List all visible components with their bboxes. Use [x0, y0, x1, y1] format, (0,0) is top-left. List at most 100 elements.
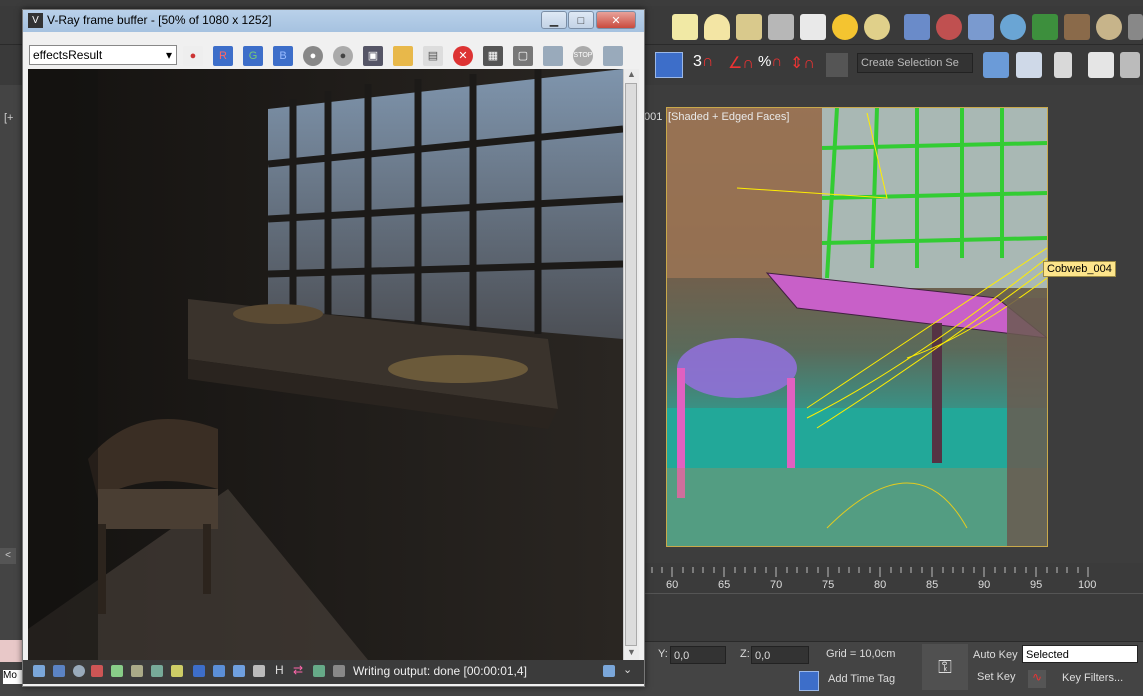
timeline-tick-label: 70 [770, 579, 783, 591]
grid-size-readout: Grid = 10,0cm [826, 648, 896, 660]
compare-icon[interactable] [313, 665, 325, 677]
lut-icon[interactable] [171, 665, 183, 677]
max-left-panel: [+ < [0, 85, 24, 695]
sun-icon[interactable] [832, 14, 858, 40]
vfb-status-bar: H ⇄ Writing output: done [00:00:01,4] ⌄ [23, 660, 644, 684]
blue-channel-button[interactable]: B [273, 46, 293, 66]
viewport-menu-plus[interactable]: [+ [4, 112, 13, 124]
minimize-button[interactable]: ▁ [541, 11, 567, 29]
green-channel-button[interactable]: G [243, 46, 263, 66]
pyramid-icon[interactable] [800, 14, 826, 40]
pixel-aspect-icon[interactable] [253, 665, 265, 677]
vray-frame-buffer-window[interactable]: V V-Ray frame buffer - [50% of 1080 x 12… [22, 9, 645, 687]
close-status-icon[interactable] [333, 665, 345, 677]
srgb-icon[interactable] [193, 665, 205, 677]
add-time-tag-button[interactable]: Add Time Tag [828, 673, 895, 685]
sphere-icon[interactable] [864, 14, 890, 40]
more-icon[interactable] [1128, 14, 1143, 40]
max-status-bar: Y: 0,0 Z: 0,0 Grid = 10,0cm Add Time Tag… [644, 641, 1143, 696]
gear-icon[interactable] [1000, 14, 1026, 40]
maximize-button[interactable]: □ [568, 11, 594, 29]
key-icon[interactable]: ⚿ [922, 644, 968, 690]
h-icon[interactable]: H [275, 663, 284, 677]
log-icon[interactable] [603, 665, 615, 677]
vray-logo-icon: V [28, 13, 43, 28]
dynamics-icon[interactable] [936, 14, 962, 40]
clear-image-icon[interactable]: ✕ [453, 46, 473, 66]
object-icon[interactable] [1096, 14, 1122, 40]
hair-icon[interactable] [1064, 14, 1090, 40]
viewport-label[interactable]: [Shaded + Edged Faces] [668, 111, 789, 123]
xform-icon[interactable] [968, 14, 994, 40]
z-coord-label: Z: [740, 648, 750, 660]
lens-effects-icon[interactable] [53, 665, 65, 677]
scroll-up-icon[interactable]: ▲ [627, 69, 636, 79]
ribbon-icon[interactable] [1088, 52, 1114, 78]
render-illustration [28, 69, 623, 660]
mono-channel-icon[interactable]: ● [333, 46, 353, 66]
red-channel-button[interactable]: R [213, 46, 233, 66]
mirror-icon[interactable] [983, 52, 1009, 78]
info-icon[interactable] [73, 665, 85, 677]
left-arrow-icon[interactable]: < [0, 548, 16, 564]
auto-key-button[interactable]: Auto Key [973, 649, 1018, 661]
maxscript-mini-field[interactable]: Mo [3, 670, 23, 684]
align-icon[interactable] [1016, 52, 1042, 78]
render-icon[interactable] [603, 46, 623, 66]
edit-named-selection-icon[interactable] [826, 53, 848, 77]
levels-icon[interactable] [111, 665, 123, 677]
color-correction-icon[interactable] [91, 665, 103, 677]
viewport-label-prefix: 001 [644, 111, 663, 123]
curve-editor-icon[interactable] [1120, 52, 1140, 78]
particles-icon[interactable] [904, 14, 930, 40]
expand-icon[interactable]: ⌄ [623, 663, 632, 676]
z-coord-field[interactable]: 0,0 [751, 646, 809, 664]
render-channel-dropdown[interactable]: effectsResult ▾ [29, 45, 177, 65]
teapot-icon[interactable] [736, 14, 762, 40]
flip-icon[interactable]: ⇄ [293, 663, 303, 677]
angle-snap-icon[interactable]: ∠∩ [728, 53, 754, 73]
history-icon[interactable] [33, 665, 45, 677]
vfb-title-bar[interactable]: V V-Ray frame buffer - [50% of 1080 x 12… [23, 10, 644, 32]
vertical-scrollbar[interactable]: ▲ ▼ [623, 69, 639, 660]
timeline-tick-label: 100 [1078, 579, 1097, 591]
selection-set-dropdown[interactable]: Selected [1022, 645, 1138, 663]
load-image-icon[interactable] [393, 46, 413, 66]
time-tag-icon[interactable] [799, 671, 819, 691]
maxscript-listener-box[interactable] [0, 640, 22, 662]
plane-icon[interactable] [672, 14, 698, 40]
select-object-button[interactable] [655, 52, 683, 78]
exposure-icon[interactable] [151, 665, 163, 677]
scroll-down-icon[interactable]: ▼ [627, 647, 636, 657]
key-filters-button[interactable]: Key Filters... [1062, 672, 1123, 684]
curve-icon[interactable]: ∿ [1028, 670, 1046, 688]
color-channels-icon[interactable]: ● [183, 46, 203, 66]
percent-snap-button[interactable]: %∩ [758, 53, 782, 70]
render-teapot-icon[interactable] [543, 46, 563, 66]
spinner-snap-icon[interactable]: ⇕∩ [790, 53, 815, 73]
dome-icon[interactable] [704, 14, 730, 40]
layer-manager-icon[interactable] [1054, 52, 1072, 78]
close-button[interactable]: ✕ [596, 11, 636, 29]
alpha-channel-icon[interactable]: ● [303, 46, 323, 66]
timeline-tick-label: 85 [926, 579, 939, 591]
named-selection-set-dropdown[interactable]: Create Selection Se [857, 53, 973, 73]
save-image-icon[interactable]: ▣ [363, 46, 383, 66]
grass-icon[interactable] [1032, 14, 1058, 40]
icc-icon[interactable] [233, 665, 245, 677]
perspective-viewport[interactable] [666, 107, 1048, 547]
scene-wireframe [667, 108, 1047, 546]
set-key-button[interactable]: Set Key [977, 671, 1016, 683]
ocio-icon[interactable] [213, 665, 225, 677]
scrollbar-thumb[interactable] [625, 83, 637, 646]
snap-3d-button[interactable]: 3∩ [693, 53, 713, 71]
track-mouse-icon[interactable]: ▦ [483, 46, 503, 66]
clipboard-icon[interactable]: ▤ [423, 46, 443, 66]
curves-icon[interactable] [131, 665, 143, 677]
window-title: V-Ray frame buffer - [50% of 1080 x 1252… [47, 13, 272, 27]
timeline-tick-label: 80 [874, 579, 887, 591]
y-coord-field[interactable]: 0,0 [670, 646, 726, 664]
cone-icon[interactable] [768, 14, 794, 40]
stop-render-icon[interactable]: STOP [573, 46, 593, 66]
region-render-icon[interactable]: ▢ [513, 46, 533, 66]
